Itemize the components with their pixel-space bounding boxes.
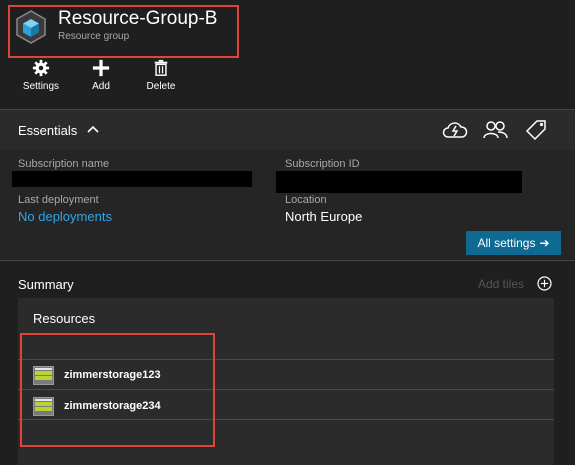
resources-highlight-box <box>20 333 215 447</box>
last-deployment-label: Last deployment <box>18 194 99 206</box>
plus-icon <box>92 59 110 77</box>
add-circle-icon[interactable] <box>537 276 552 291</box>
subscription-name-label: Subscription name <box>18 158 110 170</box>
page-subtitle: Resource group <box>58 31 130 42</box>
settings-button[interactable]: Settings <box>20 58 62 98</box>
add-button[interactable]: Add <box>86 58 116 98</box>
chevron-up-icon[interactable] <box>87 124 99 134</box>
location-value: North Europe <box>285 209 363 224</box>
location-label: Location <box>285 194 327 206</box>
last-deployment-link[interactable]: No deployments <box>18 209 112 224</box>
settings-label: Settings <box>22 81 60 92</box>
users-icon[interactable] <box>482 119 508 141</box>
resource-group-cube-icon <box>16 10 46 44</box>
trash-icon <box>154 59 168 76</box>
add-tiles-link[interactable]: Add tiles <box>478 277 524 291</box>
gear-icon <box>32 59 50 77</box>
page-title: Resource-Group-B <box>58 8 218 29</box>
subscription-id-label: Subscription ID <box>285 158 360 170</box>
summary-title: Summary <box>18 277 74 292</box>
delete-label: Delete <box>146 81 176 92</box>
essentials-title: Essentials <box>18 123 78 138</box>
arrow-right-icon: ➔ <box>539 236 550 250</box>
all-settings-label: All settings <box>477 236 536 250</box>
add-label: Add <box>92 81 110 92</box>
resources-title: Resources <box>33 311 96 326</box>
essentials-divider <box>0 260 575 261</box>
all-settings-button[interactable]: All settings ➔ <box>466 231 561 255</box>
cloud-lightning-icon[interactable] <box>442 119 468 141</box>
subscription-id-redacted <box>276 171 522 193</box>
delete-button[interactable]: Delete <box>144 58 178 98</box>
tag-icon[interactable] <box>523 119 549 141</box>
subscription-name-redacted <box>12 171 252 187</box>
